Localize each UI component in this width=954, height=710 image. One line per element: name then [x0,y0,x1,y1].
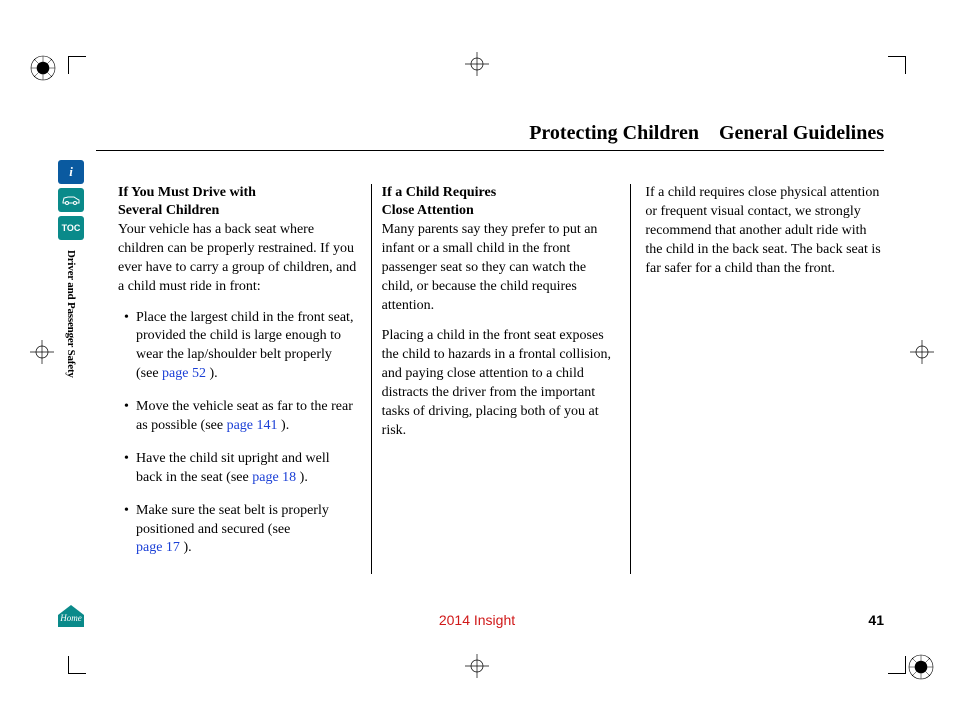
crop-mark [888,56,906,74]
column-2: If a Child RequiresClose Attention Many … [372,184,631,574]
side-nav: i TOC Driver and Passenger Safety [56,160,86,378]
title-rule [96,150,884,151]
registration-radial-icon [908,654,934,680]
col1-intro: Your vehicle has a back seat where child… [118,221,357,297]
content-area: If You Must Drive withSeveral Children Y… [118,184,884,574]
column-3: If a child requires close physical atten… [631,184,884,574]
bullet-item: Place the largest child in the front sea… [118,309,357,385]
toc-badge[interactable]: TOC [58,216,84,240]
crop-mark [68,56,86,74]
col2-heading: If a Child RequiresClose Attention [382,184,621,219]
page-title: Protecting Children General Guidelines [529,122,884,145]
section-label: Driver and Passenger Safety [65,250,77,378]
registration-radial-icon [30,55,56,81]
footer-model: 2014 Insight [0,612,954,628]
col2-p1: Many parents say they prefer to put an i… [382,221,621,315]
bullet-item: Have the child sit upright and well back… [118,450,357,488]
bullet-item: Make sure the seat belt is properly posi… [118,502,357,559]
registration-cross-icon [30,340,54,364]
info-badge[interactable]: i [58,160,84,184]
title-part-right: General Guidelines [719,122,884,144]
page-link-18[interactable]: page 18 [252,470,296,485]
car-icon [61,194,81,206]
page-number: 41 [868,612,884,628]
page-link-52[interactable]: page 52 [162,366,206,381]
crop-mark [888,656,906,674]
crop-mark [68,656,86,674]
col3-p1: If a child requires close physical atten… [645,184,884,278]
col2-p2: Placing a child in the front seat expose… [382,327,621,440]
car-badge[interactable] [58,188,84,212]
registration-cross-icon [465,52,489,76]
registration-cross-icon [465,654,489,678]
page-link-141[interactable]: page 141 [227,418,278,433]
title-part-left: Protecting Children [529,122,699,144]
page-link-17[interactable]: page 17 [136,540,180,555]
column-1: If You Must Drive withSeveral Children Y… [118,184,371,574]
col1-heading: If You Must Drive withSeveral Children [118,184,357,219]
registration-cross-icon [910,340,934,364]
bullet-item: Move the vehicle seat as far to the rear… [118,398,357,436]
